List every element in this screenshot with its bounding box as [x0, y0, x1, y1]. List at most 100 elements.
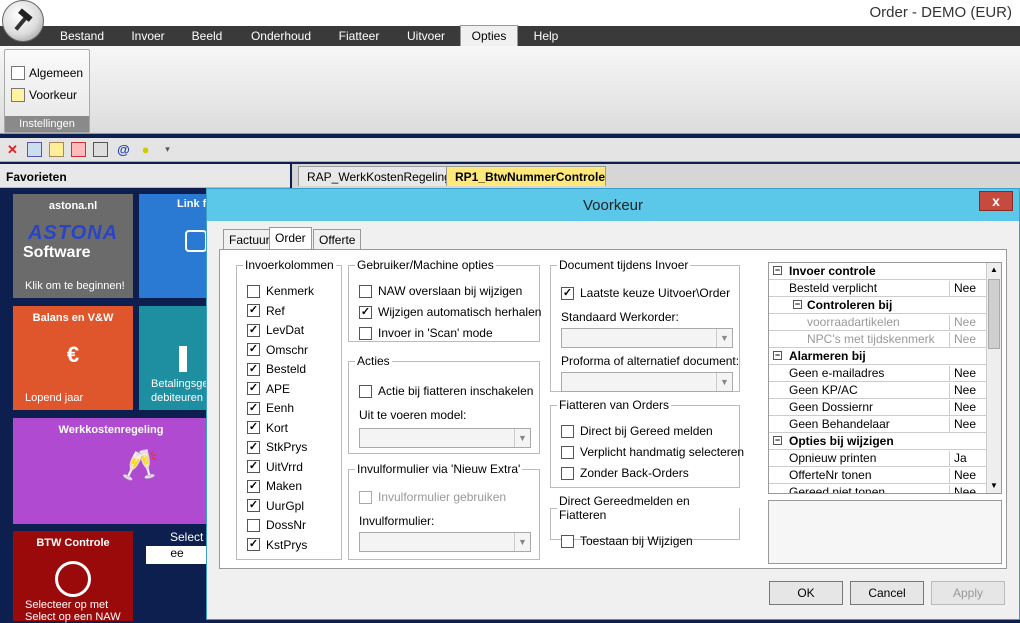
- menu-beeld[interactable]: Beeld: [182, 26, 232, 46]
- copy-icon[interactable]: [27, 142, 42, 157]
- invoer-checkbox[interactable]: ✓ Kort: [247, 421, 288, 435]
- grid-value[interactable]: Nee: [949, 281, 987, 297]
- tab-order[interactable]: Order: [269, 227, 312, 250]
- tile-btw-title: BTW Controle: [36, 537, 110, 549]
- collapse-icon[interactable]: −: [773, 351, 782, 360]
- tab-rp1-btwnummer[interactable]: RP1_BtwNummerControle ×: [446, 166, 606, 198]
- grid-key: Opnieuw printen: [789, 451, 877, 465]
- email-icon[interactable]: @: [116, 142, 131, 157]
- laatste-keuze-checkbox[interactable]: ✓ Laatste keuze Uitvoer\Order: [561, 286, 730, 300]
- invoer-checkbox[interactable]: ✓ StkPrys: [247, 440, 307, 454]
- close-button[interactable]: x: [979, 191, 1013, 211]
- grid-row[interactable]: − Opties bij wijzigen: [769, 433, 987, 450]
- invoer-checkbox[interactable]: ✓ KstPrys: [247, 538, 307, 552]
- invoer-checkbox[interactable]: ✓ Besteld: [247, 362, 306, 376]
- lightbulb-icon[interactable]: ●: [138, 142, 153, 157]
- tile-balans[interactable]: Balans en V&W € Lopend jaar: [13, 306, 133, 410]
- tile-astona[interactable]: astona.nl ASTONA Software Klik om te beg…: [13, 194, 133, 298]
- grid-row[interactable]: Geen e-mailadres Nee: [769, 365, 987, 382]
- tile-link[interactable]: Link f: [139, 194, 209, 298]
- tile-link-title: Link f: [177, 198, 207, 210]
- menu-help[interactable]: Help: [524, 26, 568, 46]
- grid-row[interactable]: NPC's met tijdskenmerk Nee: [769, 331, 987, 348]
- grid-row[interactable]: − Invoer controle: [769, 263, 987, 280]
- collapse-icon[interactable]: −: [793, 300, 802, 309]
- tile-betaling[interactable]: Betalingsge debiteuren: [139, 306, 209, 410]
- scroll-down-icon[interactable]: ▼: [987, 479, 1001, 493]
- gebruiker-checkbox[interactable]: ✓ Wijzigen automatisch herhalen: [359, 305, 541, 319]
- werkorder-select[interactable]: ▼: [561, 328, 733, 348]
- menu-onderhoud[interactable]: Onderhoud: [242, 26, 320, 46]
- select-input[interactable]: ee: [146, 546, 208, 564]
- tile-werkkosten[interactable]: Werkkostenregeling 🥂: [13, 418, 209, 524]
- grid-row[interactable]: Opnieuw printen Ja: [769, 450, 987, 467]
- tile-btw[interactable]: BTW Controle Selecteer op met Select op …: [13, 531, 133, 623]
- actie-fiatteren-checkbox[interactable]: Actie bij fiatteren inschakelen: [359, 384, 533, 398]
- fiatteren-checkbox[interactable]: Verplicht handmatig selecteren: [561, 445, 744, 459]
- grid-row[interactable]: Gereed niet tonen Nee: [769, 484, 987, 493]
- tab-offerte[interactable]: Offerte: [313, 229, 362, 249]
- grid-row[interactable]: Geen KP/AC Nee: [769, 382, 987, 399]
- app-hammer-icon[interactable]: [2, 0, 44, 42]
- invoer-checkbox[interactable]: DossNr: [247, 518, 306, 532]
- gebruiker-checkbox[interactable]: Invoer in 'Scan' mode: [359, 326, 493, 340]
- voorkeur-button[interactable]: Voorkeur: [11, 86, 77, 104]
- proforma-select[interactable]: ▼: [561, 372, 733, 392]
- tab-factuur[interactable]: Factuur: [223, 229, 276, 249]
- delete-icon[interactable]: ✕: [5, 142, 20, 157]
- invoer-checkbox[interactable]: ✓ UitVrrd: [247, 460, 303, 474]
- invulformulier-checkbox[interactable]: Invulformulier gebruiken: [359, 490, 506, 504]
- model-select[interactable]: ▼: [359, 428, 531, 448]
- menu-bestand[interactable]: Bestand: [52, 26, 112, 46]
- cancel-button[interactable]: Cancel: [850, 581, 924, 605]
- grid-value[interactable]: Ja: [949, 451, 987, 467]
- grid-value[interactable]: Nee: [949, 468, 987, 484]
- grid-row[interactable]: Geen Dossiernr Nee: [769, 399, 987, 416]
- pdf-icon[interactable]: [71, 142, 86, 157]
- grid-value[interactable]: Nee: [949, 383, 987, 399]
- apply-button[interactable]: Apply: [931, 581, 1005, 605]
- invoer-checkbox[interactable]: ✓ UurGpl: [247, 499, 304, 513]
- grid-value[interactable]: Nee: [949, 315, 987, 331]
- property-grid[interactable]: − Invoer controle Besteld verplicht Nee − Con…: [768, 262, 1002, 494]
- dropdown-icon[interactable]: ▾: [160, 142, 175, 157]
- grid-scrollbar[interactable]: ▲ ▼: [986, 263, 1001, 493]
- scroll-thumb[interactable]: [988, 279, 1000, 349]
- algemeen-button[interactable]: Algemeen: [11, 64, 83, 82]
- invoer-checkbox[interactable]: ✓ LevDat: [247, 323, 304, 337]
- invoer-checkbox[interactable]: ✓ Maken: [247, 479, 302, 493]
- invoer-checkbox[interactable]: ✓ Omschr: [247, 343, 308, 357]
- paste-icon[interactable]: [49, 142, 64, 157]
- grid-value[interactable]: Nee: [949, 332, 987, 348]
- ok-button[interactable]: OK: [769, 581, 843, 605]
- menu-fiatteer[interactable]: Fiatteer: [330, 26, 388, 46]
- toestaan-checkbox[interactable]: Toestaan bij Wijzigen: [561, 534, 693, 548]
- grid-row[interactable]: Besteld verplicht Nee: [769, 280, 987, 297]
- collapse-icon[interactable]: −: [773, 266, 782, 275]
- invoer-checkbox[interactable]: ✓ Ref: [247, 304, 285, 318]
- grid-row[interactable]: − Alarmeren bij: [769, 348, 987, 365]
- fiatteren-checkbox[interactable]: Zonder Back-Orders: [561, 466, 689, 480]
- menu-invoer[interactable]: Invoer: [120, 26, 176, 46]
- grid-row[interactable]: OfferteNr tonen Nee: [769, 467, 987, 484]
- tab-rap-werkkosten[interactable]: RAP_WerkKostenRegeling: [298, 166, 460, 186]
- gebruiker-checkbox[interactable]: NAW overslaan bij wijzigen: [359, 284, 522, 298]
- invoer-checkbox[interactable]: ✓ Eenh: [247, 401, 294, 415]
- fiatteren-checkbox[interactable]: Direct bij Gereed melden: [561, 424, 713, 438]
- grid-value[interactable]: Nee: [949, 400, 987, 416]
- print-icon[interactable]: [93, 142, 108, 157]
- menu-opties[interactable]: Opties: [460, 25, 518, 47]
- collapse-icon[interactable]: −: [773, 436, 782, 445]
- grid-row[interactable]: voorraadartikelen Nee: [769, 314, 987, 331]
- grid-row[interactable]: − Controleren bij: [769, 297, 987, 314]
- scroll-up-icon[interactable]: ▲: [987, 263, 1001, 277]
- invoer-checkbox[interactable]: Kenmerk: [247, 284, 314, 298]
- invoer-checkbox[interactable]: ✓ APE: [247, 382, 290, 396]
- grid-value[interactable]: Nee: [949, 366, 987, 382]
- grid-value[interactable]: Nee: [949, 417, 987, 433]
- grid-row[interactable]: Geen Behandelaar Nee: [769, 416, 987, 433]
- invulformulier-select[interactable]: ▼: [359, 532, 531, 552]
- menu-uitvoer[interactable]: Uitvoer: [396, 26, 456, 46]
- grid-value[interactable]: Nee: [949, 485, 987, 493]
- share-icon: [185, 230, 207, 252]
